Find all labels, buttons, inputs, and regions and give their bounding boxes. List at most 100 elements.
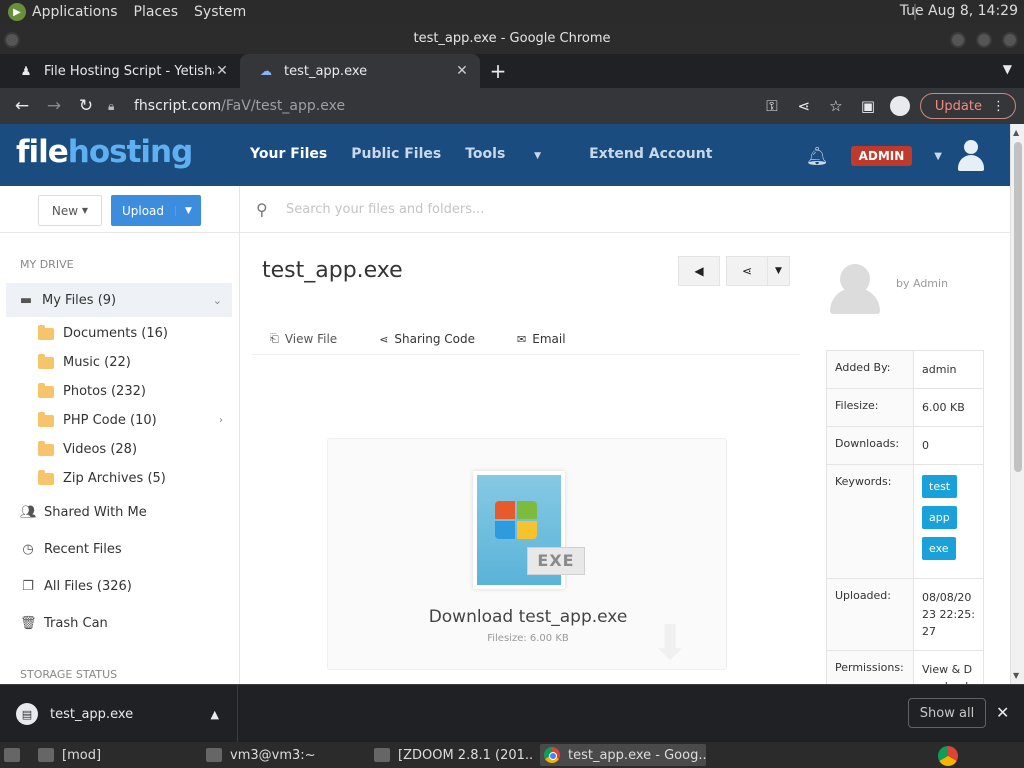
show-all-button[interactable]: Show all bbox=[908, 698, 986, 728]
more-menu-icon[interactable]: ⋮ bbox=[992, 99, 1005, 114]
logo-part1: file bbox=[16, 134, 69, 170]
show-desktop-icon[interactable] bbox=[4, 744, 24, 766]
chevron-right-icon[interactable]: › bbox=[219, 415, 223, 426]
upload-dropdown-icon[interactable]: ▼ bbox=[175, 205, 201, 216]
new-button[interactable]: New ▼ bbox=[38, 195, 102, 226]
upload-button[interactable]: Upload ▼ bbox=[111, 195, 201, 226]
menu-system[interactable]: System bbox=[194, 4, 246, 20]
sidebar-folder-music[interactable]: Music (22) bbox=[0, 348, 239, 377]
search-input[interactable] bbox=[286, 201, 786, 217]
chevron-down-icon[interactable]: ⌄ bbox=[213, 294, 222, 307]
exe-file-icon[interactable]: EXE bbox=[473, 471, 585, 589]
section-my-drive: MY DRIVE bbox=[20, 258, 74, 271]
gnome-taskbar: [mod] vm3@vm3:~ [ZDOOM 2.8.1 (201... tes… bbox=[0, 742, 1024, 768]
search-icon[interactable]: ⚲ bbox=[256, 200, 276, 219]
update-button[interactable]: Update ⋮ bbox=[919, 93, 1016, 119]
taskbar-item-zdoom[interactable]: [ZDOOM 2.8.1 (201... bbox=[374, 744, 534, 766]
taskbar-item-chrome[interactable]: test_app.exe - Goog... bbox=[540, 744, 706, 766]
zdoom-icon bbox=[374, 748, 390, 762]
meta-value: 0 bbox=[922, 439, 929, 452]
tab-test-app[interactable]: ☁ test_app.exe ✕ bbox=[240, 54, 480, 88]
distro-logo-icon[interactable]: ▶ bbox=[8, 3, 26, 21]
close-tab-icon[interactable]: ✕ bbox=[214, 63, 230, 79]
sidebar-item-label: My Files (9) bbox=[42, 292, 117, 308]
bookmark-star-icon[interactable]: ☆ bbox=[820, 97, 852, 115]
site-logo[interactable]: filehosting bbox=[16, 134, 193, 170]
share-dropdown-button[interactable]: ▼ bbox=[768, 256, 790, 286]
key-icon[interactable]: ⚿ bbox=[756, 97, 788, 115]
taskbar-item-terminal[interactable]: vm3@vm3:~ bbox=[206, 744, 366, 766]
file-meta-table: Added By: admin Filesize: 6.00 KB Download… bbox=[826, 350, 984, 684]
nav-extend-account[interactable]: Extend Account bbox=[589, 146, 712, 162]
maximize-icon[interactable] bbox=[976, 32, 992, 48]
sidebar-item-recent[interactable]: ◷ Recent Files bbox=[0, 534, 239, 564]
tab-search-icon[interactable]: ▼ bbox=[1003, 62, 1012, 76]
sidebar-item-label: Trash Can bbox=[44, 615, 108, 631]
lock-icon[interactable]: 🔒︎ bbox=[108, 99, 124, 114]
keyword-tag[interactable]: app bbox=[922, 506, 957, 529]
tray-chrome-icon[interactable] bbox=[938, 746, 958, 766]
keyword-tag[interactable]: test bbox=[922, 475, 958, 498]
menu-applications[interactable]: Applications bbox=[32, 4, 118, 20]
taskbar-item-mod[interactable]: [mod] bbox=[38, 744, 198, 766]
taskbar-label: [mod] bbox=[62, 747, 102, 763]
page-scrollbar[interactable]: ▲ ▼ bbox=[1010, 124, 1024, 684]
sidebar-folder-zip-archives[interactable]: Zip Archives (5) bbox=[0, 464, 239, 493]
side-panel-icon[interactable]: ▣ bbox=[852, 97, 884, 115]
close-tab-icon[interactable]: ✕ bbox=[454, 63, 470, 79]
main-nav: Your Files Public Files Tools ▼ Extend A… bbox=[250, 146, 736, 162]
tab-sharing-code[interactable]: ⋖ Sharing Code bbox=[379, 324, 475, 354]
share-button[interactable]: ⋖ bbox=[726, 256, 768, 286]
clock[interactable]: Tue Aug 8, 14:29 bbox=[900, 3, 1018, 19]
user-avatar-icon[interactable] bbox=[956, 140, 986, 172]
close-shelf-icon[interactable]: ✕ bbox=[996, 703, 1009, 722]
download-item[interactable]: ▤ test_app.exe ▲ bbox=[0, 685, 238, 743]
scroll-up-icon[interactable]: ▲ bbox=[1013, 128, 1019, 137]
new-tab-button[interactable]: + bbox=[480, 54, 516, 88]
table-row: Keywords: test app exe bbox=[827, 465, 983, 579]
scroll-down-icon[interactable]: ▼ bbox=[1013, 671, 1019, 680]
keyword-tag[interactable]: exe bbox=[922, 537, 956, 560]
file-preview: ⬇ EXE Download test_app.exe Filesize: 6.… bbox=[252, 354, 800, 684]
reload-icon[interactable]: ↻ bbox=[70, 90, 102, 122]
nav-your-files[interactable]: Your Files bbox=[250, 146, 327, 162]
sidebar-item-trash[interactable]: 🗑︎ Trash Can bbox=[0, 608, 239, 638]
back-arrow-icon[interactable]: ← bbox=[6, 90, 38, 122]
sidebar-folder-videos[interactable]: Videos (28) bbox=[0, 435, 239, 464]
tab-yetishare[interactable]: ♟ File Hosting Script - Yetishare ✕ bbox=[0, 54, 240, 88]
minimize-icon[interactable] bbox=[950, 32, 966, 48]
sidebar-folder-documents[interactable]: Documents (16) bbox=[0, 319, 239, 348]
menu-places[interactable]: Places bbox=[134, 4, 179, 20]
close-window-icon[interactable] bbox=[1002, 32, 1018, 48]
back-button[interactable]: ◀ bbox=[678, 256, 720, 286]
sidebar-item-shared[interactable]: 👥︎ Shared With Me bbox=[0, 497, 239, 527]
sidebar-folder-photos[interactable]: Photos (232) bbox=[0, 377, 239, 406]
sidebar-item-my-files[interactable]: ▬ My Files (9) ⌄ bbox=[6, 283, 232, 317]
profile-avatar-icon[interactable] bbox=[889, 96, 910, 116]
download-filesize: Filesize: 6.00 KB bbox=[487, 633, 569, 644]
sidebar-folder-php-code[interactable]: PHP Code (10) › bbox=[0, 406, 239, 435]
tab-view-file[interactable]: ⎗ View File bbox=[270, 324, 337, 354]
admin-badge[interactable]: ADMIN bbox=[850, 146, 913, 166]
window-menu-icon[interactable] bbox=[4, 32, 20, 48]
meta-key: Permissions: bbox=[827, 651, 914, 684]
nav-public-files[interactable]: Public Files bbox=[351, 146, 441, 162]
envelope-icon: ✉ bbox=[517, 332, 527, 346]
address-bar[interactable]: 🔒︎ fhscript.com/FaV/test_app.exe bbox=[108, 92, 758, 120]
download-box[interactable]: ⬇ EXE Download test_app.exe Filesize: 6.… bbox=[327, 438, 728, 671]
sidebar-item-label: Recent Files bbox=[44, 541, 122, 557]
scroll-thumb[interactable] bbox=[1014, 142, 1022, 472]
forward-arrow-icon[interactable]: → bbox=[38, 90, 70, 122]
chevron-up-icon[interactable]: ▲ bbox=[211, 708, 219, 721]
nav-tools[interactable]: Tools ▼ bbox=[465, 146, 565, 162]
account-dropdown-icon[interactable]: ▼ bbox=[934, 151, 942, 162]
meta-key: Keywords: bbox=[827, 465, 914, 578]
tab-email[interactable]: ✉ Email bbox=[517, 324, 566, 354]
bell-icon[interactable]: 🔔︎ bbox=[806, 146, 829, 167]
chevron-down-icon: ▼ bbox=[775, 266, 782, 276]
share-icon[interactable]: ⋖ bbox=[788, 97, 820, 115]
nav-tools-label: Tools bbox=[465, 146, 506, 162]
download-title[interactable]: Download test_app.exe bbox=[328, 607, 728, 627]
window-titlebar[interactable]: test_app.exe - Google Chrome bbox=[0, 24, 1024, 54]
sidebar-item-all-files[interactable]: ❐ All Files (326) bbox=[0, 571, 239, 601]
